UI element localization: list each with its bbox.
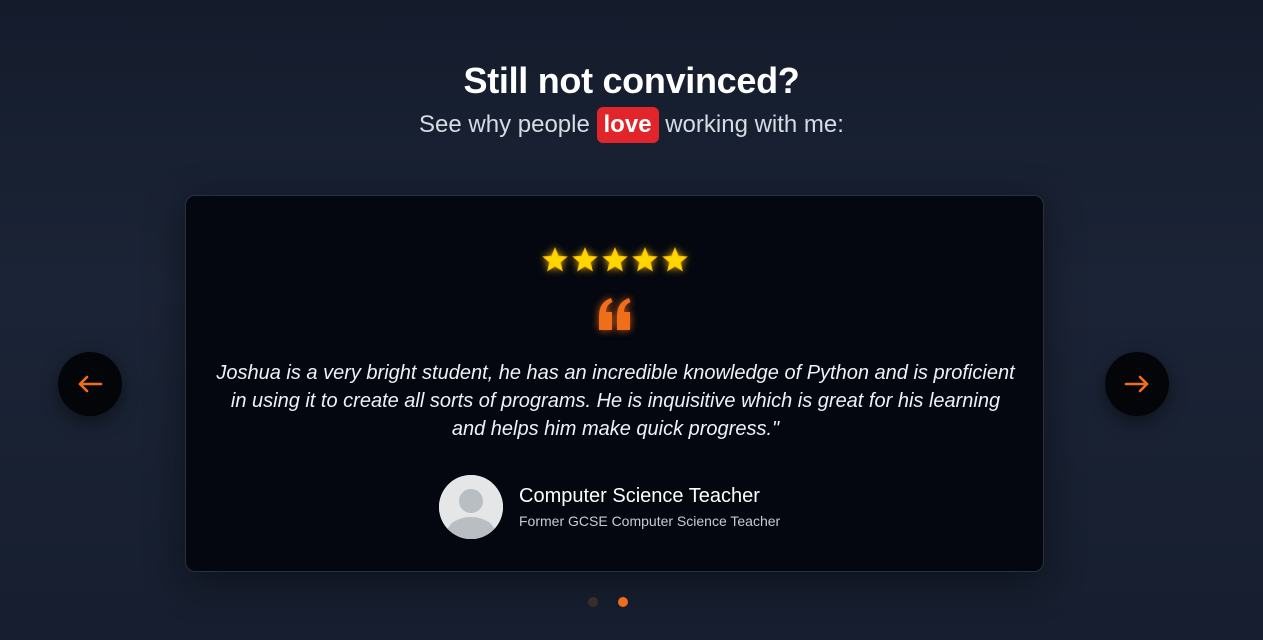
user-avatar-icon bbox=[439, 475, 503, 539]
star-icon bbox=[541, 247, 568, 272]
carousel-pagination bbox=[588, 597, 628, 607]
author-info: Computer Science Teacher Former GCSE Com… bbox=[519, 483, 780, 531]
star-icon bbox=[601, 247, 628, 272]
previous-slide-button[interactable] bbox=[58, 352, 122, 416]
testimonial-quote: Joshua is a very bright student, he has … bbox=[216, 362, 1015, 440]
author-name: Computer Science Teacher bbox=[519, 485, 760, 507]
quote-icon bbox=[598, 298, 630, 330]
arrow-right-icon bbox=[1124, 375, 1149, 393]
carousel-dot-active[interactable] bbox=[618, 597, 628, 607]
subheading-suffix: working with me: bbox=[658, 111, 844, 138]
author-role: Former GCSE Computer Science Teacher bbox=[519, 513, 781, 529]
star-icon bbox=[661, 247, 688, 272]
star-icon bbox=[571, 247, 598, 272]
next-slide-button[interactable] bbox=[1105, 352, 1169, 416]
section-heading: Still not convinced? bbox=[463, 60, 800, 101]
avatar bbox=[439, 475, 503, 539]
star-icon bbox=[631, 247, 658, 272]
testimonial-card: Joshua is a very bright student, he has … bbox=[185, 195, 1044, 572]
testimonial-author: Computer Science Teacher Former GCSE Com… bbox=[439, 475, 780, 539]
love-highlight-badge: love bbox=[596, 107, 659, 143]
star-rating bbox=[186, 246, 1043, 274]
section-subheading: See why people love working with me: bbox=[0, 106, 1263, 144]
quote-mark-icon bbox=[186, 294, 1043, 334]
carousel-dot[interactable] bbox=[588, 597, 598, 607]
arrow-left-icon bbox=[78, 375, 103, 393]
subheading-prefix: See why people bbox=[419, 111, 597, 138]
